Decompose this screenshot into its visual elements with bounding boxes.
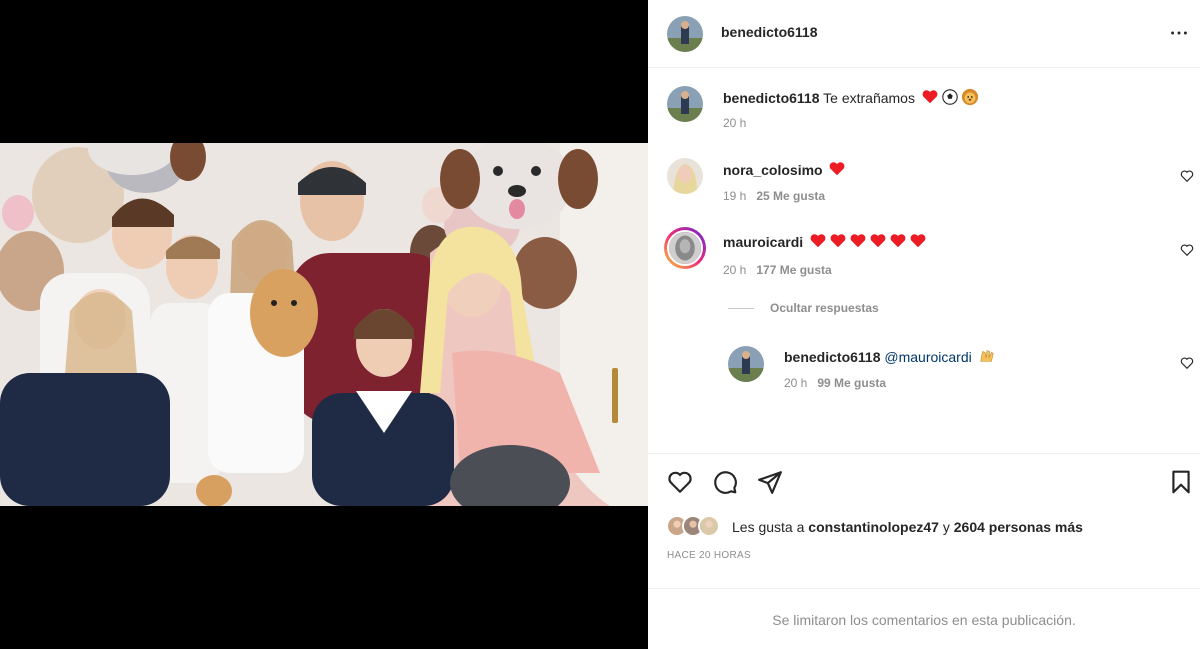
heart-icon[interactable] <box>667 469 693 495</box>
comment-like-heart-icon[interactable] <box>1180 169 1194 183</box>
reply-likes[interactable]: 99 Me gusta <box>817 376 886 390</box>
reply-mention[interactable]: @mauroicardi <box>884 349 971 365</box>
comments-limited-notice: Se limitaron los comentarios en esta pub… <box>648 588 1200 649</box>
liked-by-user[interactable]: constantinolopez47 <box>808 519 939 535</box>
red-heart-icon <box>810 234 826 248</box>
author-avatar[interactable] <box>667 16 703 52</box>
likes-connector: y <box>942 519 950 535</box>
comment-username[interactable]: nora_colosimo <box>723 162 823 178</box>
commenter-avatar-story-ring[interactable] <box>664 227 706 269</box>
red-heart-icon <box>910 234 926 248</box>
reply-username[interactable]: benedicto6118 <box>784 349 881 365</box>
caption-username[interactable]: benedicto6118 <box>723 90 820 106</box>
comments-section[interactable]: benedicto6118 Te extrañamos 20 h nora_co… <box>648 68 1200 460</box>
reply-time: 20 h <box>784 376 808 390</box>
comment-likes[interactable]: 177 Me gusta <box>756 263 831 277</box>
instagram-post-view: benedicto6118 benedicto6118 Te extrañamo… <box>0 0 1200 649</box>
likes-summary: Les gusta a constantinolopez47 y 2604 pe… <box>732 519 1083 535</box>
post-header: benedicto6118 <box>648 0 1200 68</box>
comment-icon[interactable] <box>712 469 738 495</box>
liker-avatar <box>698 515 720 537</box>
caption-text: Te extrañamos <box>823 90 915 106</box>
comment-likes[interactable]: 25 Me gusta <box>756 189 825 203</box>
likes-prefix: Les gusta a <box>732 519 805 535</box>
red-heart-icon <box>890 234 906 248</box>
caption-avatar[interactable] <box>667 86 703 122</box>
replies-divider <box>728 308 754 310</box>
commenter-avatar[interactable] <box>667 158 703 194</box>
red-heart-icon <box>870 234 886 248</box>
comment-username[interactable]: mauroicardi <box>723 234 803 250</box>
red-heart-icon <box>830 162 845 176</box>
post-timestamp[interactable]: HACE 20 HORAS <box>667 550 751 561</box>
post-details-panel: benedicto6118 benedicto6118 Te extrañamo… <box>648 0 1200 649</box>
hide-replies-label: Ocultar respuestas <box>770 301 879 315</box>
author-username[interactable]: benedicto6118 <box>721 24 818 40</box>
reply-like-heart-icon[interactable] <box>1180 356 1194 370</box>
soccer-ball-icon <box>942 89 958 105</box>
post-photo <box>0 143 648 506</box>
more-horizontal-icon[interactable] <box>1168 22 1190 44</box>
hide-replies-button[interactable]: Ocultar respuestas <box>728 301 879 315</box>
likes-others[interactable]: 2604 personas más <box>954 519 1083 535</box>
bookmark-icon[interactable] <box>1168 469 1194 495</box>
red-heart-icon <box>850 234 866 248</box>
lion-face-icon <box>961 88 978 106</box>
comment-time: 19 h <box>723 189 747 203</box>
post-actions-bar <box>648 453 1200 511</box>
send-icon[interactable] <box>757 469 783 495</box>
post-media[interactable] <box>0 0 648 649</box>
caption-time: 20 h <box>723 116 747 130</box>
reply-avatar[interactable] <box>728 346 764 382</box>
comment-like-heart-icon[interactable] <box>1180 243 1194 257</box>
red-heart-icon <box>830 234 846 248</box>
raising-hands-icon <box>980 350 994 362</box>
comment-time: 20 h <box>723 263 747 277</box>
red-heart-icon <box>922 90 938 104</box>
